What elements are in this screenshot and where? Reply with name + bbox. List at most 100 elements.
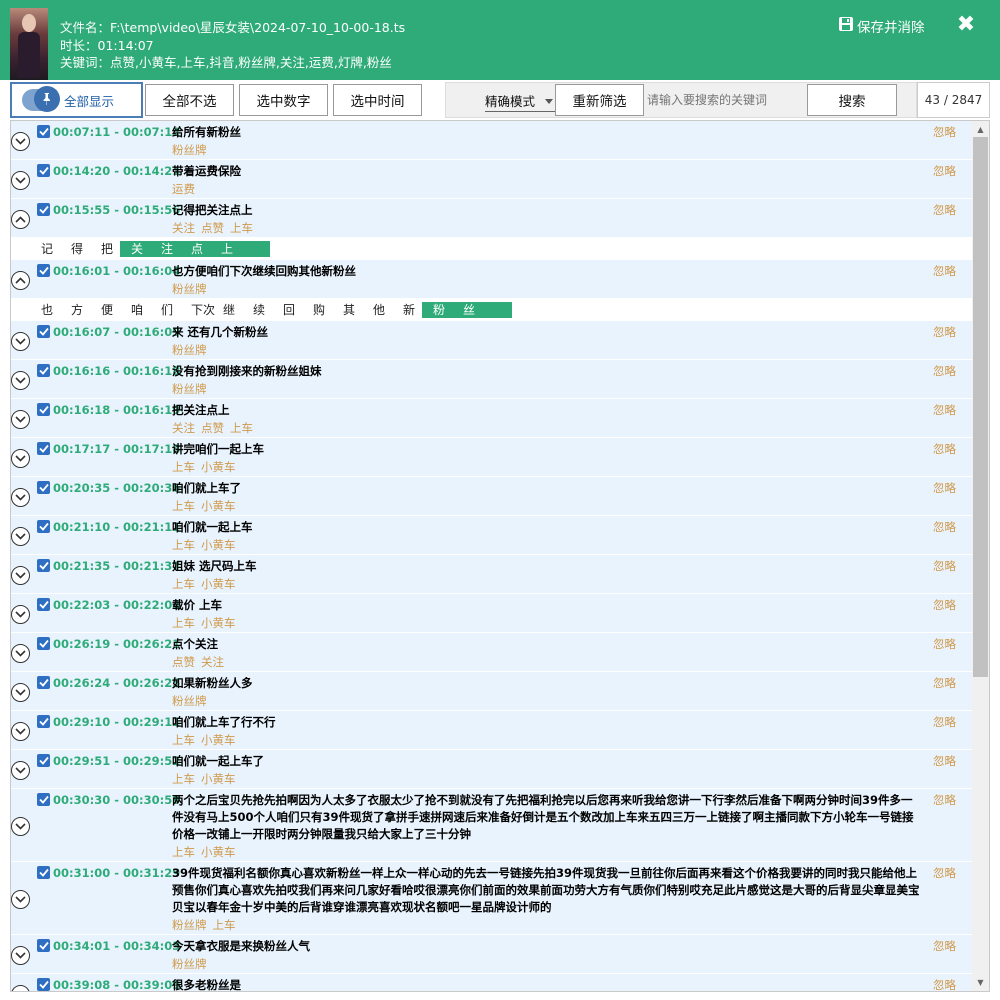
expand-chevron-icon[interactable] [11, 946, 30, 965]
row-checkbox[interactable] [37, 481, 50, 494]
ignore-link[interactable]: 忽略 [933, 519, 956, 535]
word-token[interactable]: 新 [403, 302, 415, 318]
ignore-link[interactable]: 忽略 [933, 363, 956, 379]
subtitle-row[interactable]: 00:26:19 - 00:26:21 点个关注 点赞 关注 忽略 [11, 633, 972, 672]
expand-chevron-icon[interactable] [11, 132, 30, 151]
toggle-switch[interactable] [22, 86, 60, 112]
subtitle-row[interactable]: 00:16:18 - 00:16:19 把关注点上 关注 点赞 上车 忽略 [11, 399, 972, 438]
expand-chevron-icon[interactable] [11, 722, 30, 741]
subtitle-row[interactable]: 00:29:10 - 00:29:11 咱们就上车了行不行 上车 小黄车 忽略 [11, 711, 972, 750]
subtitle-row[interactable]: 00:34:01 - 00:34:03 今天拿衣服是来换粉丝人气 粉丝牌 忽略 [11, 935, 972, 974]
expand-chevron-icon[interactable] [11, 449, 30, 468]
row-checkbox[interactable] [37, 715, 50, 728]
expand-chevron-icon[interactable] [11, 605, 30, 624]
ignore-link[interactable]: 忽略 [933, 938, 956, 954]
expand-chevron-icon[interactable] [11, 817, 30, 836]
expand-chevron-icon[interactable] [11, 761, 30, 780]
search-input[interactable] [647, 86, 803, 114]
ignore-link[interactable]: 忽略 [933, 202, 956, 218]
show-all-toggle[interactable]: 全部显示 [10, 82, 143, 118]
ignore-link[interactable]: 忽略 [933, 597, 956, 613]
vertical-scrollbar[interactable]: ▲ ▼ [972, 121, 989, 991]
ignore-link[interactable]: 忽略 [933, 753, 956, 769]
subtitle-row[interactable]: 00:29:51 - 00:29:52 咱们就一起上车了 上车 小黄车 忽略 [11, 750, 972, 789]
expand-chevron-icon[interactable] [11, 488, 30, 507]
row-checkbox[interactable] [37, 442, 50, 455]
row-checkbox[interactable] [37, 325, 50, 338]
ignore-link[interactable]: 忽略 [933, 792, 956, 808]
expand-chevron-icon[interactable] [11, 644, 30, 663]
word-token[interactable]: 购 [313, 302, 325, 318]
ignore-link[interactable]: 忽略 [933, 558, 956, 574]
subtitle-row[interactable]: 00:15:55 - 00:15:56 记得把关注点上 关注 点赞 上车 忽略 [11, 199, 972, 238]
word-token[interactable]: 把 [101, 241, 113, 257]
row-checkbox[interactable] [37, 364, 50, 377]
row-checkbox[interactable] [37, 754, 50, 767]
ignore-link[interactable]: 忽略 [933, 480, 956, 496]
close-icon[interactable]: ✖ [956, 14, 976, 36]
row-checkbox[interactable] [37, 203, 50, 216]
word-token[interactable]: 上 [221, 241, 233, 257]
expand-chevron-icon[interactable] [11, 371, 30, 390]
word-token[interactable]: 回 [283, 302, 295, 318]
subtitle-row[interactable]: 00:39:08 - 00:39:09很多老粉丝是粉丝牌忽略 [11, 974, 972, 991]
row-checkbox[interactable] [37, 164, 50, 177]
expand-chevron-icon[interactable] [11, 890, 30, 909]
word-token[interactable]: 们 [161, 302, 173, 318]
row-checkbox[interactable] [37, 978, 50, 991]
subtitle-row[interactable]: 00:07:11 - 00:07:12 给所有新粉丝 粉丝牌 忽略 [11, 121, 972, 160]
word-token[interactable]: 其 [343, 302, 355, 318]
word-token[interactable]: 关 [131, 241, 143, 257]
row-checkbox[interactable] [37, 403, 50, 416]
row-checkbox[interactable] [37, 866, 50, 879]
deselect-all-button[interactable]: 全部不选 [145, 84, 234, 116]
word-token[interactable]: 方 [71, 302, 83, 318]
row-checkbox[interactable] [37, 598, 50, 611]
word-token[interactable]: 下次 [191, 302, 215, 318]
word-token[interactable]: 也 [41, 302, 53, 318]
subtitle-row[interactable]: 00:14:20 - 00:14:21 带着运费保险 运费 忽略 [11, 160, 972, 199]
collapse-chevron-icon[interactable] [11, 271, 30, 290]
scroll-up-arrow-icon[interactable]: ▲ [976, 125, 985, 134]
select-time-button[interactable]: 选中时间 [333, 84, 422, 116]
select-numbers-button[interactable]: 选中数字 [239, 84, 328, 116]
row-checkbox[interactable] [37, 676, 50, 689]
ignore-link[interactable]: 忽略 [933, 865, 956, 881]
subtitle-row[interactable]: 00:26:24 - 00:26:25 如果新粉丝人多 粉丝牌 忽略 [11, 672, 972, 711]
word-token[interactable]: 注 [161, 241, 173, 257]
word-token[interactable]: 记 [41, 241, 53, 257]
scroll-down-arrow-icon[interactable]: ▼ [976, 978, 985, 987]
word-token[interactable]: 丝 [463, 302, 475, 318]
ignore-link[interactable]: 忽略 [933, 163, 956, 179]
ignore-link[interactable]: 忽略 [933, 324, 956, 340]
subtitle-row[interactable]: 00:21:10 - 00:21:11 咱们就一起上车 上车 小黄车 忽略 [11, 516, 972, 555]
subtitle-row[interactable]: 00:16:07 - 00:16:09 来 还有几个新粉丝 粉丝牌 忽略 [11, 321, 972, 360]
row-checkbox[interactable] [37, 264, 50, 277]
row-checkbox[interactable] [37, 793, 50, 806]
save-and-clear-button[interactable]: 保存并消除 [838, 16, 925, 36]
subtitle-row[interactable]: 00:31:00 - 00:31:29 39件现货福利名额你真心喜欢新粉丝一样上众… [11, 862, 972, 935]
row-checkbox[interactable] [37, 559, 50, 572]
word-token[interactable]: 便 [101, 302, 113, 318]
ignore-link[interactable]: 忽略 [933, 263, 956, 279]
expand-chevron-icon[interactable] [11, 527, 30, 546]
word-token[interactable]: 继 [223, 302, 235, 318]
subtitle-row[interactable]: 00:16:01 - 00:16:04 也方便咱们下次继续回购其他新粉丝 粉丝牌 忽略 [11, 260, 972, 299]
expand-chevron-icon[interactable] [11, 332, 30, 351]
scrollbar-thumb[interactable] [973, 137, 988, 677]
refilter-button[interactable]: 重新筛选 [555, 84, 644, 116]
row-checkbox[interactable] [37, 637, 50, 650]
match-mode-select[interactable]: 精确模式 [485, 90, 555, 112]
ignore-link[interactable]: 忽略 [933, 675, 956, 691]
expand-chevron-icon[interactable] [11, 683, 30, 702]
expand-chevron-icon[interactable] [11, 566, 30, 585]
word-token[interactable]: 得 [71, 241, 83, 257]
ignore-link[interactable]: 忽略 [933, 714, 956, 730]
collapse-chevron-icon[interactable] [11, 210, 30, 229]
subtitle-row[interactable]: 00:22:03 - 00:22:04 载价 上车 上车 小黄车 忽略 [11, 594, 972, 633]
subtitle-row[interactable]: 00:21:35 - 00:21:37 姐妹 选尺码上车 上车 小黄车 忽略 [11, 555, 972, 594]
word-token[interactable]: 咱 [131, 302, 143, 318]
search-button[interactable]: 搜索 [807, 84, 897, 116]
word-token[interactable]: 点 [191, 241, 203, 257]
ignore-link[interactable]: 忽略 [933, 124, 956, 140]
